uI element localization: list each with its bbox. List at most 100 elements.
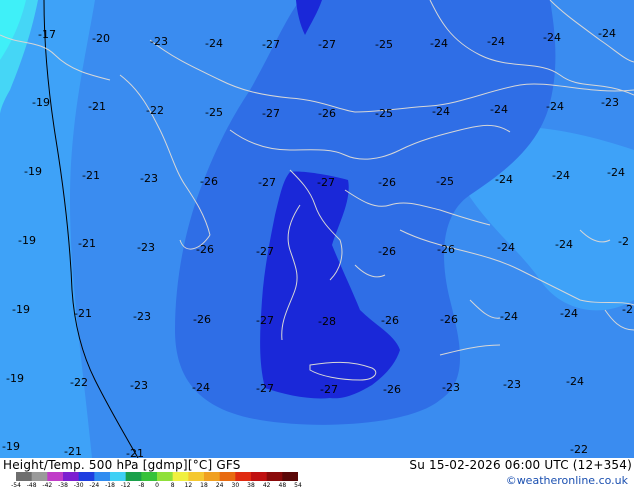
scale-tick-label: 12 [184, 482, 193, 489]
scale-swatch [16, 472, 33, 481]
map-label: -22 [70, 376, 88, 389]
map-label: -2 [618, 235, 629, 248]
scale-tick-label: -12 [120, 482, 131, 489]
map-label: -24 [432, 105, 450, 118]
scale-tick-label: -18 [105, 482, 115, 489]
scale-swatch [47, 472, 64, 481]
scale-swatch [266, 472, 283, 481]
map-label: -21 [82, 169, 100, 182]
scale-tick-label: -54 [11, 482, 21, 489]
scale-swatch [94, 472, 111, 481]
map-footer: Height/Temp. 500 hPa [gdmp][°C] GFS Su 1… [0, 458, 634, 490]
color-scale-bar [16, 472, 298, 481]
map-label: -19 [12, 303, 30, 316]
map-title: Height/Temp. 500 hPa [gdmp][°C] GFS [3, 458, 241, 472]
map-label: -24 [487, 35, 505, 48]
scale-swatch [219, 472, 236, 481]
scale-swatch [172, 472, 189, 481]
map-label: -26 [318, 107, 336, 120]
map-label: -24 [497, 241, 515, 254]
scale-swatch [78, 472, 95, 481]
map-label: -23 [130, 379, 148, 392]
scale-tick-label: 0 [155, 482, 159, 489]
map-label: -2 [622, 303, 633, 316]
map-label: -23 [442, 381, 460, 394]
map-label: -19 [24, 165, 42, 178]
scale-swatch [251, 472, 268, 481]
map-label: -26 [378, 245, 396, 258]
scale-tick-label: 54 [294, 482, 302, 489]
map-label: -24 [430, 37, 448, 50]
map-label: -24 [543, 31, 561, 44]
map-label: -24 [552, 169, 570, 182]
scale-tick-label: -30 [73, 482, 84, 489]
map-label: -22 [570, 443, 588, 456]
scale-swatch [188, 472, 205, 481]
scale-swatch [31, 472, 48, 481]
map-label: -24 [192, 381, 210, 394]
map-label: -26 [196, 243, 214, 256]
map-label: -26 [193, 313, 211, 326]
map-label: -21 [88, 100, 106, 113]
scale-tick-label: -8 [138, 482, 145, 489]
map-label: -27 [262, 107, 280, 120]
map-label: -24 [546, 100, 564, 113]
map-label: -26 [437, 243, 455, 256]
scale-tick-label: 48 [278, 482, 287, 489]
map-label: -27 [262, 38, 280, 51]
scale-tick-label: -24 [89, 482, 100, 489]
map-label: -25 [375, 38, 393, 51]
scale-tick-label: 30 [231, 482, 240, 489]
scale-swatch [110, 472, 127, 481]
map-label: -19 [2, 440, 20, 453]
map-label: -27 [258, 176, 276, 189]
temperature-map: -17 -20 -23 -24 -27 -27 -25 -24 -24 -24 … [0, 0, 634, 458]
map-label: -21 [64, 445, 82, 458]
map-label: -23 [601, 96, 619, 109]
map-label: -21 [78, 237, 96, 250]
map-label: -27 [317, 176, 335, 189]
map-label: -27 [256, 382, 274, 395]
map-label: -19 [32, 96, 50, 109]
map-label: -27 [256, 314, 274, 327]
map-label: -19 [6, 372, 24, 385]
scale-swatch [157, 472, 174, 481]
scale-tick-label: -42 [42, 482, 53, 489]
map-label: -25 [375, 107, 393, 120]
scale-swatch [63, 472, 80, 481]
credit-link[interactable]: ©weatheronline.co.uk [506, 474, 628, 487]
map-label: -24 [500, 310, 518, 323]
color-scale-ticks: -54 -48 -42 -38 -30 -24 -18 -12 -8 0 8 12 18 24 30 38 42… [0, 482, 302, 490]
map-label: -24 [490, 103, 508, 116]
map-label: -23 [140, 172, 158, 185]
scale-tick-label: 18 [200, 482, 208, 489]
map-label: -28 [318, 315, 336, 328]
map-label: -25 [205, 106, 223, 119]
map-label: -26 [383, 383, 401, 396]
map-label: -26 [200, 175, 218, 188]
weather-map-figure: -17 -20 -23 -24 -27 -27 -25 -24 -24 -24 … [0, 0, 634, 490]
map-label: -23 [150, 35, 168, 48]
map-label: -25 [436, 175, 454, 188]
map-label: -24 [205, 37, 223, 50]
map-label: -24 [566, 375, 584, 388]
map-label: -22 [146, 104, 164, 117]
map-label: -21 [74, 307, 92, 320]
scale-tick-label: 8 [170, 482, 175, 489]
scale-tick-label: 24 [215, 482, 224, 489]
map-label: -26 [440, 313, 458, 326]
scale-tick-label: -48 [26, 482, 37, 489]
scale-swatch [235, 472, 252, 481]
map-label: -26 [378, 176, 396, 189]
map-label: -21 [126, 447, 144, 458]
map-label: -23 [137, 241, 155, 254]
scale-swatch [125, 472, 142, 481]
map-label: -23 [133, 310, 151, 323]
map-label: -23 [503, 378, 521, 391]
scale-swatch [141, 472, 158, 481]
scale-swatch [204, 472, 221, 481]
map-label: -26 [381, 314, 399, 327]
scale-tick-label: -38 [58, 482, 68, 489]
map-label: -24 [495, 173, 513, 186]
map-label: -17 [38, 28, 56, 41]
